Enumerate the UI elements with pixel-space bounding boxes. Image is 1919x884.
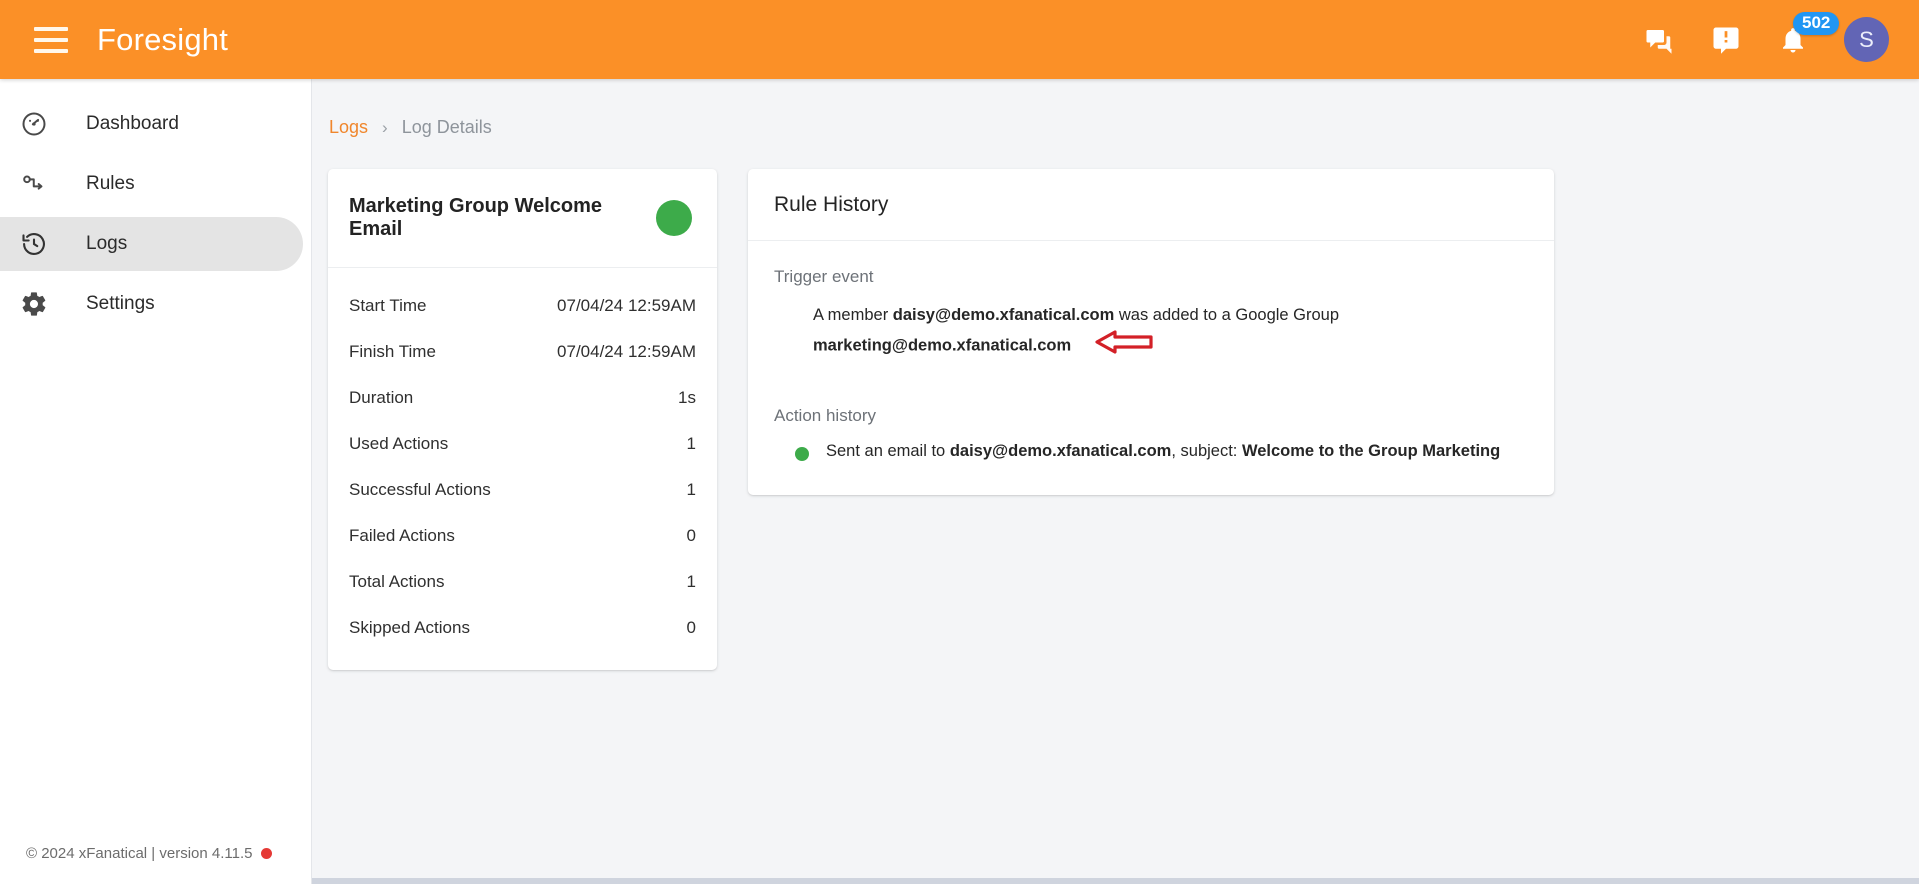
speedometer-icon (16, 110, 52, 138)
stat-label: Skipped Actions (349, 618, 470, 637)
stat-label: Successful Actions (349, 480, 491, 499)
stat-label: Total Actions (349, 572, 445, 591)
table-row: Duration 1s (328, 375, 717, 421)
summary-card-header: Marketing Group Welcome Email (328, 169, 717, 268)
trigger-group-email: marketing@demo.xfanatical.com (813, 336, 1072, 355)
history-clock-icon (16, 230, 52, 258)
topbar-actions: 502 S (1639, 11, 1919, 62)
stat-value: 1 (686, 480, 696, 499)
footer-text: © 2024 xFanatical | version 4.11.5 (26, 844, 253, 862)
table-row: Finish Time 07/04/24 12:59AM (328, 329, 717, 375)
sidebar-item-logs[interactable]: Logs (0, 217, 303, 271)
action-history-text: Sent an email to daisy@demo.xfanatical.c… (826, 442, 1500, 461)
breadcrumb-current: Log Details (401, 117, 492, 137)
breadcrumb-link-logs[interactable]: Logs (329, 117, 368, 138)
table-row: Failed Actions 0 (328, 513, 717, 559)
trigger-middle: was added to a Google Group (1114, 306, 1340, 324)
stat-value: 07/04/24 12:59AM (557, 296, 696, 315)
sidebar-item-rules[interactable]: Rules (0, 157, 303, 211)
top-app-bar: Foresight 502 S (0, 0, 1919, 79)
action-prefix: Sent an email to (826, 442, 950, 461)
panels-container: Marketing Group Welcome Email Start Time… (312, 138, 1919, 670)
action-history-label: Action history (774, 406, 877, 426)
rule-history-card: Rule History Trigger event A member dais… (748, 169, 1554, 496)
sidebar-nav: Dashboard Rules Logs Settings (0, 79, 311, 331)
list-item: Sent an email to daisy@demo.xfanatical.c… (774, 442, 1528, 462)
trigger-event-text: A member daisy@demo.xfanatical.com was a… (774, 303, 1474, 363)
table-row: Used Actions 1 (328, 421, 717, 467)
user-avatar[interactable]: S (1844, 17, 1889, 62)
table-row: Total Actions 1 (328, 559, 717, 605)
rule-history-body: Trigger event A member daisy@demo.xfanat… (748, 241, 1554, 495)
stat-label: Start Time (349, 296, 427, 315)
stat-label: Finish Time (349, 342, 436, 361)
stat-label: Failed Actions (349, 526, 455, 545)
log-status-dot (656, 200, 692, 236)
sidebar: Dashboard Rules Logs Settings © 2024 xFa… (0, 79, 312, 884)
app-footer: © 2024 xFanatical | version 4.11.5 (0, 822, 312, 884)
sidebar-item-label: Logs (86, 233, 128, 254)
stat-value: 1 (686, 434, 696, 453)
action-status-dot (795, 447, 809, 462)
main-content: Logs › Log Details Marketing Group Welco… (312, 79, 1919, 884)
table-row: Successful Actions 1 (328, 467, 717, 513)
gear-icon (16, 290, 52, 318)
action-subject: Welcome to the Group Marketing (1241, 442, 1501, 461)
notifications-bell-icon[interactable]: 502 (1773, 11, 1840, 60)
sidebar-item-settings[interactable]: Settings (0, 277, 303, 331)
stat-label: Used Actions (349, 434, 449, 453)
rule-history-title: Rule History (748, 169, 1554, 241)
status-indicator-dot (261, 847, 273, 859)
hamburger-menu-icon[interactable] (34, 26, 68, 53)
sidebar-item-label: Settings (86, 293, 155, 314)
app-title: Foresight (97, 21, 229, 57)
sidebar-item-label: Dashboard (86, 113, 179, 134)
stat-value: 0 (686, 526, 696, 545)
action-middle: , subject: (1171, 442, 1242, 461)
feedback-icon[interactable] (1706, 20, 1746, 60)
stat-value: 1 (686, 572, 696, 591)
table-row: Skipped Actions 0 (328, 605, 717, 651)
breadcrumb: Logs › Log Details (312, 79, 1919, 138)
breadcrumb-separator-icon: › (382, 117, 388, 137)
app-root: Foresight 502 S Dashboard Rules Logs Set… (0, 0, 1919, 884)
stat-value: 1s (678, 388, 696, 407)
sidebar-item-dashboard[interactable]: Dashboard (0, 97, 303, 151)
stat-value: 0 (686, 618, 696, 637)
forum-icon[interactable] (1639, 20, 1679, 60)
red-left-arrow-annotation (1093, 329, 1155, 364)
action-recipient-email: daisy@demo.xfanatical.com (949, 442, 1172, 461)
trigger-member-email: daisy@demo.xfanatical.com (892, 306, 1115, 324)
trigger-event-label: Trigger event (774, 267, 874, 286)
stat-value: 07/04/24 12:59AM (557, 342, 696, 361)
table-row: Start Time 07/04/24 12:59AM (328, 283, 717, 329)
stat-label: Duration (349, 388, 414, 407)
log-title: Marketing Group Welcome Email (349, 195, 603, 240)
rules-node-icon (16, 170, 52, 198)
log-stats-list: Start Time 07/04/24 12:59AM Finish Time … (328, 268, 717, 670)
log-summary-card: Marketing Group Welcome Email Start Time… (328, 169, 717, 670)
sidebar-item-label: Rules (86, 173, 135, 194)
trigger-prefix: A member (813, 306, 893, 324)
notification-count-badge: 502 (1793, 11, 1840, 36)
